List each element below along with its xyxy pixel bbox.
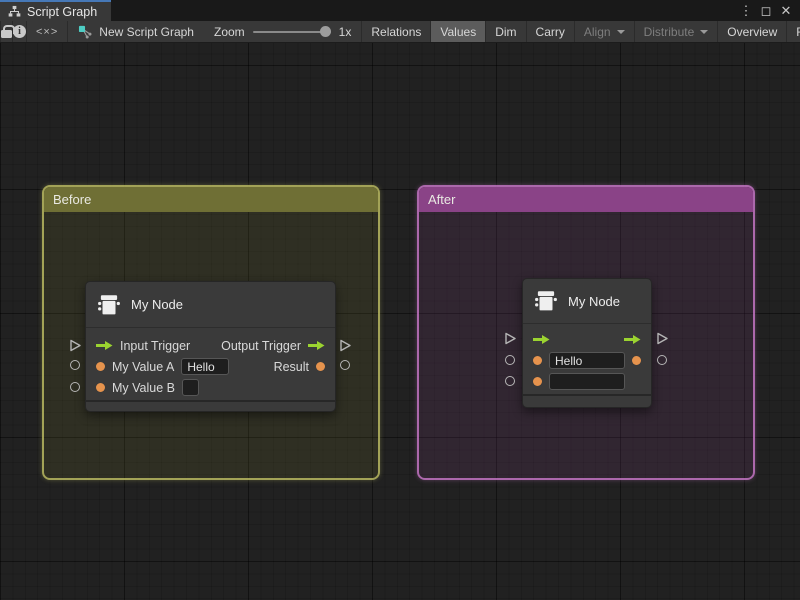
close-icon[interactable]: ✕ [778, 1, 794, 20]
node-icon [533, 288, 559, 314]
node-before-header[interactable]: My Node [86, 282, 335, 328]
node-footer [86, 400, 335, 411]
carry-button[interactable]: Carry [527, 21, 575, 42]
graph-icon [78, 25, 93, 39]
node-title: My Node [568, 294, 620, 309]
ext-flow-output-icon[interactable] [339, 339, 352, 352]
relations-button[interactable]: Relations [361, 21, 431, 42]
node-after[interactable]: My Node [522, 278, 652, 408]
node-title: My Node [131, 297, 183, 312]
node-before-body: Input Trigger Output Trigger My Value A … [86, 328, 335, 400]
chevron-down-icon [700, 30, 708, 34]
values-button[interactable]: Values [431, 21, 486, 42]
script-graph-window: Script Graph ⋮ ◻ ✕ i <×> [0, 0, 800, 600]
ext-result-icon[interactable] [657, 355, 667, 365]
my-value-b-label: My Value B [112, 381, 175, 395]
group-after-title: After [428, 192, 455, 207]
tab-label: Script Graph [27, 5, 97, 19]
overview-button[interactable]: Overview [718, 21, 787, 42]
ext-flow-input-icon[interactable] [504, 332, 517, 345]
group-before-title: Before [53, 192, 91, 207]
result-port-icon[interactable] [316, 362, 325, 371]
code-view-button[interactable]: <×> [27, 21, 68, 42]
flow-output-port-icon[interactable] [308, 340, 325, 351]
window-controls: ⋮ ◻ ✕ [738, 0, 800, 21]
flow-output-port-icon[interactable] [624, 334, 641, 345]
code-view-icon: <×> [36, 26, 58, 38]
zoom-slider[interactable] [253, 31, 331, 33]
result-label: Result [274, 360, 309, 374]
port-row-trigger [523, 329, 651, 350]
value-b-port-icon[interactable] [96, 383, 105, 392]
distribute-dropdown[interactable]: Distribute [635, 21, 719, 42]
ext-flow-output-icon[interactable] [656, 332, 669, 345]
ext-result-icon[interactable] [340, 360, 350, 370]
my-value-b-field[interactable] [182, 379, 199, 396]
zoom-control: Zoom 1x [204, 21, 361, 42]
port-row-value-b [523, 371, 651, 392]
zoom-slider-thumb[interactable] [320, 26, 331, 37]
result-port-icon[interactable] [632, 356, 641, 365]
ext-value-a-icon[interactable] [505, 355, 515, 365]
ext-flow-input-icon[interactable] [69, 339, 82, 352]
node-icon [96, 292, 122, 318]
node-after-header[interactable]: My Node [523, 279, 651, 324]
group-before-header[interactable]: Before [44, 187, 378, 212]
value-b-port-icon[interactable] [533, 377, 542, 386]
maximize-icon[interactable]: ◻ [758, 1, 774, 20]
graph-canvas[interactable]: Before After [0, 43, 800, 600]
lock-button[interactable] [0, 21, 13, 42]
zoom-value: 1x [339, 25, 352, 39]
zoom-label: Zoom [214, 25, 245, 39]
value-a-field[interactable] [549, 352, 625, 369]
lock-icon [1, 30, 12, 38]
my-value-a-field[interactable] [181, 358, 229, 375]
ext-value-b-icon[interactable] [505, 376, 515, 386]
port-row-value-b: My Value B [86, 377, 335, 398]
graph-toolbar: i <×> New Script Graph Zoom 1x [0, 21, 800, 43]
info-button[interactable]: i [13, 21, 27, 42]
dim-button[interactable]: Dim [486, 21, 526, 42]
info-icon: i [13, 25, 26, 38]
tab-script-graph[interactable]: Script Graph [0, 0, 111, 21]
flow-input-port-icon[interactable] [533, 334, 550, 345]
ext-value-b-icon[interactable] [70, 382, 80, 392]
script-graph-icon [8, 5, 21, 18]
node-before[interactable]: My Node Input Trigger Output Trigger [85, 281, 336, 412]
chevron-down-icon [617, 30, 625, 34]
port-row-value-a [523, 350, 651, 371]
view-buttons: Relations Values Dim Carry Align Distrib… [361, 21, 800, 42]
fullscreen-button[interactable]: Full Scr [787, 21, 800, 42]
flow-input-port-icon[interactable] [96, 340, 113, 351]
value-a-port-icon[interactable] [96, 362, 105, 371]
graph-name-text: New Script Graph [99, 25, 194, 39]
align-dropdown[interactable]: Align [575, 21, 635, 42]
port-row-trigger: Input Trigger Output Trigger [86, 335, 335, 356]
input-trigger-label: Input Trigger [120, 339, 190, 353]
ext-value-a-icon[interactable] [70, 360, 80, 370]
value-a-port-icon[interactable] [533, 356, 542, 365]
value-b-field[interactable] [549, 373, 625, 390]
graph-name-label: New Script Graph [68, 21, 204, 42]
node-after-body [523, 324, 651, 394]
group-after-header[interactable]: After [419, 187, 753, 212]
output-trigger-label: Output Trigger [221, 339, 301, 353]
port-row-value-a: My Value A Result [86, 356, 335, 377]
menu-icon[interactable]: ⋮ [738, 1, 754, 20]
my-value-a-label: My Value A [112, 360, 174, 374]
node-footer [523, 394, 651, 407]
tab-bar: Script Graph ⋮ ◻ ✕ [0, 0, 800, 21]
